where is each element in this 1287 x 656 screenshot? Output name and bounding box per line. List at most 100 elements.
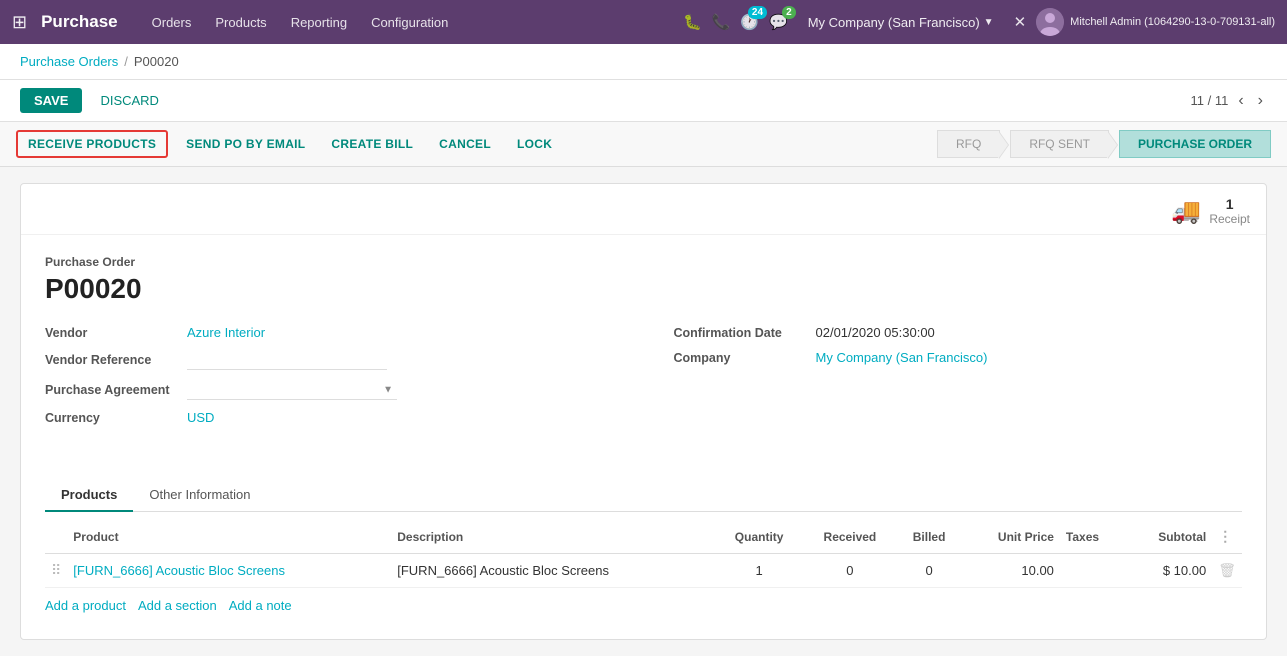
company-name: My Company (San Francisco) — [808, 15, 980, 30]
stage-rfq-sent[interactable]: RFQ SENT — [1010, 130, 1109, 158]
breadcrumb-parent[interactable]: Purchase Orders — [20, 54, 118, 69]
company-field: Company My Company (San Francisco) — [674, 350, 1243, 365]
avatar — [1036, 8, 1064, 36]
col-description-header: Description — [391, 520, 715, 554]
chat-badge: 2 — [782, 6, 796, 19]
col-quantity-header: Quantity — [715, 520, 803, 554]
receive-products-button[interactable]: RECEIVE PRODUCTS — [16, 130, 168, 158]
confirmation-date-value: 02/01/2020 05:30:00 — [816, 325, 935, 340]
create-bill-button[interactable]: CREATE BILL — [323, 132, 421, 156]
pagination-count: 11 / 11 — [1191, 93, 1229, 108]
col-billed-header: Billed — [897, 520, 962, 554]
clock-icon[interactable]: 🕐24 — [740, 13, 759, 31]
lock-button[interactable]: LOCK — [509, 132, 560, 156]
quantity-cell[interactable]: 1 — [715, 554, 803, 588]
vendor-value[interactable]: Azure Interior — [187, 325, 265, 340]
send-po-email-button[interactable]: SEND PO BY EMAIL — [178, 132, 313, 156]
form-left: Vendor Azure Interior Vendor Reference P… — [45, 325, 614, 435]
navbar: ⊞ Purchase Orders Products Reporting Con… — [0, 0, 1287, 44]
stage-rfq-sent-label: RFQ SENT — [1029, 137, 1090, 151]
products-table: Product Description Quantity Received Bi… — [45, 520, 1242, 588]
form-title: P00020 — [45, 273, 1242, 305]
nav-configuration[interactable]: Configuration — [361, 11, 458, 34]
receipt-info: 1 Receipt — [1209, 196, 1250, 226]
nav-orders[interactable]: Orders — [142, 11, 202, 34]
currency-label: Currency — [45, 411, 175, 425]
add-note-button[interactable]: Add a note — [229, 594, 304, 617]
tab-products[interactable]: Products — [45, 479, 133, 512]
form-body: Purchase Order P00020 Vendor Azure Inter… — [21, 235, 1266, 479]
workflow-stages: RFQ RFQ SENT PURCHASE ORDER — [937, 130, 1271, 158]
description-cell[interactable]: [FURN_6666] Acoustic Bloc Screens — [391, 554, 715, 588]
tab-other-information[interactable]: Other Information — [133, 479, 266, 512]
discard-button[interactable]: DISCARD — [90, 88, 169, 113]
form-card: 🚚 1 Receipt Purchase Order P00020 Vendor… — [20, 183, 1267, 640]
cancel-button[interactable]: CANCEL — [431, 132, 499, 156]
purchase-agreement-label: Purchase Agreement — [45, 383, 175, 397]
stage-rfq-arrow-inner — [998, 131, 1008, 159]
purchase-agreement-select[interactable] — [187, 380, 397, 400]
main-content: 🚚 1 Receipt Purchase Order P00020 Vendor… — [0, 167, 1287, 656]
phone-icon[interactable]: 📞 — [712, 13, 731, 31]
user-menu[interactable]: Mitchell Admin (1064290-13-0-709131-all) — [1036, 8, 1275, 36]
tabs-bar: Products Other Information — [45, 479, 1242, 512]
subtotal-cell: $ 10.00 — [1125, 554, 1212, 588]
save-button[interactable]: SAVE — [20, 88, 82, 113]
column-options-icon[interactable]: ⋮ — [1218, 528, 1232, 544]
breadcrumb-current: P00020 — [134, 54, 179, 69]
received-cell: 0 — [803, 554, 897, 588]
col-unit-price-header: Unit Price — [961, 520, 1059, 554]
stage-purchase-order[interactable]: PURCHASE ORDER — [1119, 130, 1271, 158]
add-section-button[interactable]: Add a section — [138, 594, 229, 617]
col-actions-header: ⋮ — [1212, 520, 1242, 554]
taxes-cell[interactable] — [1060, 554, 1125, 588]
drag-handle-icon[interactable]: ⠿ — [51, 562, 61, 578]
nav-products[interactable]: Products — [205, 11, 276, 34]
delete-cell: 🗑 — [1212, 554, 1242, 588]
vendor-label: Vendor — [45, 326, 175, 340]
grid-icon[interactable]: ⊞ — [12, 12, 27, 33]
bug-icon[interactable]: 🐛 — [683, 13, 702, 31]
company-switcher[interactable]: My Company (San Francisco) ▼ — [808, 15, 994, 30]
vendor-field: Vendor Azure Interior — [45, 325, 614, 340]
app-name: Purchase — [41, 12, 118, 32]
confirmation-date-field: Confirmation Date 02/01/2020 05:30:00 — [674, 325, 1243, 340]
next-button[interactable]: › — [1254, 92, 1267, 110]
col-subtotal-header: Subtotal — [1125, 520, 1212, 554]
form-right: Confirmation Date 02/01/2020 05:30:00 Co… — [674, 325, 1243, 435]
company-value[interactable]: My Company (San Francisco) — [816, 350, 988, 365]
truck-icon: 🚚 — [1171, 197, 1201, 226]
billed-cell: 0 — [897, 554, 962, 588]
purchase-agreement-field: Purchase Agreement ▼ — [45, 380, 614, 400]
unit-price-cell[interactable]: 10.00 — [961, 554, 1059, 588]
drag-handle-cell[interactable]: ⠿ — [45, 554, 67, 588]
navbar-icons: 🐛 📞 🕐24 💬2 My Company (San Francisco) ▼ … — [683, 8, 1275, 36]
settings-icon[interactable]: ✕ — [1014, 13, 1027, 31]
workflow-bar: RECEIVE PRODUCTS SEND PO BY EMAIL CREATE… — [0, 122, 1287, 167]
prev-button[interactable]: ‹ — [1234, 92, 1247, 110]
chat-icon[interactable]: 💬2 — [769, 13, 788, 31]
receipt-count: 1 — [1209, 196, 1250, 212]
nav-reporting[interactable]: Reporting — [281, 11, 357, 34]
table-body: ⠿ [FURN_6666] Acoustic Bloc Screens [FUR… — [45, 554, 1242, 588]
col-received-header: Received — [803, 520, 897, 554]
clock-badge: 24 — [748, 6, 767, 19]
add-product-button[interactable]: Add a product — [45, 594, 138, 617]
pagination: 11 / 11 ‹ › — [1191, 92, 1267, 110]
stage-purchase-order-label: PURCHASE ORDER — [1138, 137, 1252, 151]
col-drag-header — [45, 520, 67, 554]
delete-row-icon[interactable]: 🗑 — [1218, 562, 1236, 578]
currency-value[interactable]: USD — [187, 410, 214, 425]
receipt-button[interactable]: 🚚 1 Receipt — [1171, 196, 1250, 226]
receipt-widget: 🚚 1 Receipt — [21, 184, 1266, 235]
col-product-header: Product — [67, 520, 391, 554]
col-taxes-header: Taxes — [1060, 520, 1125, 554]
vendor-reference-field: Vendor Reference — [45, 350, 614, 370]
vendor-reference-input[interactable] — [187, 350, 387, 370]
product-cell[interactable]: [FURN_6666] Acoustic Bloc Screens — [67, 554, 391, 588]
vendor-reference-label: Vendor Reference — [45, 353, 175, 367]
form-fields: Vendor Azure Interior Vendor Reference P… — [45, 325, 1242, 435]
add-row-bar: Add a product Add a section Add a note — [45, 588, 1242, 623]
stage-rfq[interactable]: RFQ — [937, 130, 1000, 158]
stage-rfq-sent-arrow-inner — [1107, 131, 1117, 159]
